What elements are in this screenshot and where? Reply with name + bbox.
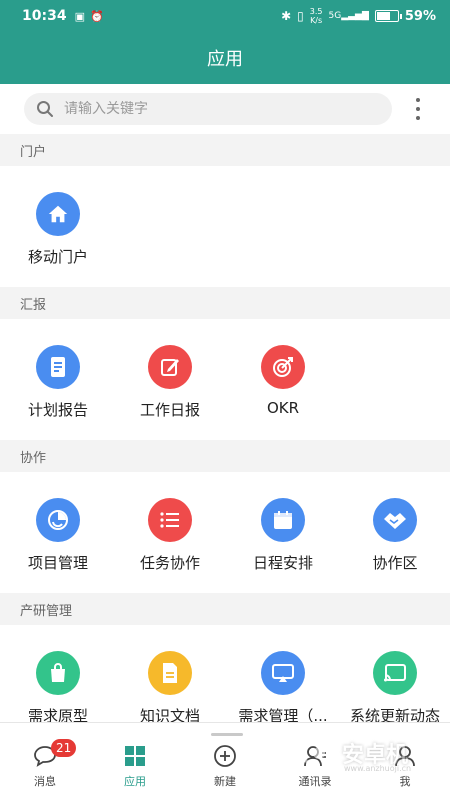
- grid-icon: [124, 741, 146, 771]
- app-label: 移动门户: [27, 248, 88, 266]
- battery-icon: [374, 10, 402, 22]
- file-icon: [148, 651, 192, 695]
- project-icon: [36, 498, 80, 542]
- alarm-icon: ⏰: [89, 9, 104, 23]
- calendar-icon: [261, 498, 305, 542]
- section-header-report: 汇报: [0, 287, 450, 319]
- more-menu-icon[interactable]: [408, 98, 428, 120]
- nav-messages[interactable]: 21 消息: [0, 739, 90, 797]
- unread-badge: 21: [51, 739, 77, 757]
- app-label: 任务协作: [139, 554, 200, 572]
- screen-icon: [261, 651, 305, 695]
- battery-percent: 59%: [404, 8, 436, 24]
- nav-new[interactable]: 新建: [180, 741, 270, 797]
- app-okr[interactable]: OKR: [227, 319, 339, 439]
- app-project-management[interactable]: 项目管理: [2, 472, 114, 592]
- app-mobile-portal[interactable]: 移动门户: [2, 166, 114, 286]
- app-label: 日程安排: [252, 554, 313, 572]
- nav-apps[interactable]: 应用: [90, 741, 180, 797]
- search-input[interactable]: [64, 101, 364, 117]
- section-header-collab: 协作: [0, 440, 450, 472]
- section-collab: 项目管理 任务协作 日程安排 协作区: [0, 472, 450, 593]
- network-speed: 3.5 K/s: [309, 7, 323, 25]
- target-icon: [261, 345, 305, 389]
- search-row: [0, 84, 450, 134]
- status-time: 10:34: [22, 8, 67, 24]
- app-requirement-prototype[interactable]: 需求原型: [2, 625, 114, 722]
- app-label: 项目管理: [27, 554, 88, 572]
- notification-icon: ▣: [74, 9, 85, 23]
- edit-icon: [148, 345, 192, 389]
- section-rnd: 需求原型 知识文档 需求管理（... 系统更新动态: [0, 625, 450, 722]
- app-label: 需求原型: [27, 707, 88, 722]
- handshake-icon: [373, 498, 417, 542]
- app-collab-area[interactable]: 协作区: [339, 472, 450, 592]
- app-plan-report[interactable]: 计划报告: [2, 319, 114, 439]
- home-icon: [36, 192, 80, 236]
- list-icon: [148, 498, 192, 542]
- app-schedule[interactable]: 日程安排: [227, 472, 339, 592]
- message-icon: 21: [33, 739, 77, 771]
- status-right: ✱ ▯ 3.5 K/s 5G▂▃▅▇ 59%: [281, 7, 436, 25]
- app-requirement-management[interactable]: 需求管理（...: [227, 625, 339, 722]
- vibrate-icon: ▯: [297, 9, 304, 23]
- app-label: OKR: [266, 399, 300, 417]
- cast-icon: [373, 651, 417, 695]
- section-portal: 移动门户: [0, 166, 450, 287]
- drag-handle[interactable]: [211, 733, 243, 736]
- app-knowledge-docs[interactable]: 知识文档: [114, 625, 226, 722]
- watermark: 安卓机 www.anzhuoji.cn: [302, 728, 442, 778]
- app-label: 计划报告: [27, 401, 88, 419]
- app-system-updates[interactable]: 系统更新动态: [339, 625, 450, 722]
- signal-icon: 5G▂▃▅▇: [328, 11, 369, 21]
- section-header-rnd: 产研管理: [0, 593, 450, 625]
- app-label: 知识文档: [139, 707, 200, 722]
- search-icon: [37, 101, 53, 117]
- document-icon: [36, 345, 80, 389]
- section-header-portal: 门户: [0, 134, 450, 166]
- app-label: 系统更新动态: [349, 707, 440, 722]
- status-bar: 10:34 ▣ ⏰ ✱ ▯ 3.5 K/s 5G▂▃▅▇ 59%: [0, 0, 450, 32]
- plus-circle-icon: [213, 741, 237, 771]
- app-daily-report[interactable]: 工作日报: [114, 319, 226, 439]
- bag-icon: [36, 651, 80, 695]
- page-title: 应用: [207, 49, 243, 70]
- bluetooth-icon: ✱: [281, 9, 292, 23]
- app-bar: 应用: [0, 32, 450, 84]
- app-task-collab[interactable]: 任务协作: [114, 472, 226, 592]
- app-label: 工作日报: [139, 401, 200, 419]
- watermark-logo-icon: [302, 736, 336, 770]
- section-report: 计划报告 工作日报 OKR: [0, 319, 450, 440]
- app-label: 协作区: [372, 554, 418, 572]
- app-label: 需求管理（...: [238, 707, 328, 722]
- search-box[interactable]: [24, 93, 392, 125]
